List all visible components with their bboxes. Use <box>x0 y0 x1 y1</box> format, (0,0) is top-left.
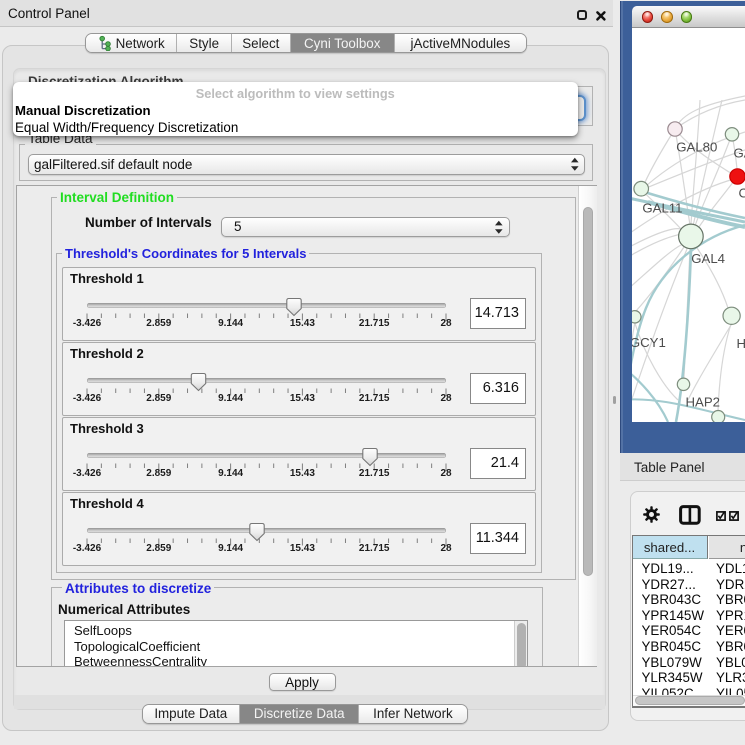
svg-text:HA: HA <box>737 336 745 351</box>
svg-text:GAL80: GAL80 <box>676 139 717 154</box>
svg-text:GCY1: GCY1 <box>632 335 666 350</box>
svg-text:GAL4: GAL4 <box>691 251 725 266</box>
svg-text:GA: GA <box>734 146 745 161</box>
svg-text:GAL11: GAL11 <box>642 201 682 216</box>
svg-text:HAP2: HAP2 <box>686 395 720 410</box>
svg-text:C: C <box>739 186 745 201</box>
